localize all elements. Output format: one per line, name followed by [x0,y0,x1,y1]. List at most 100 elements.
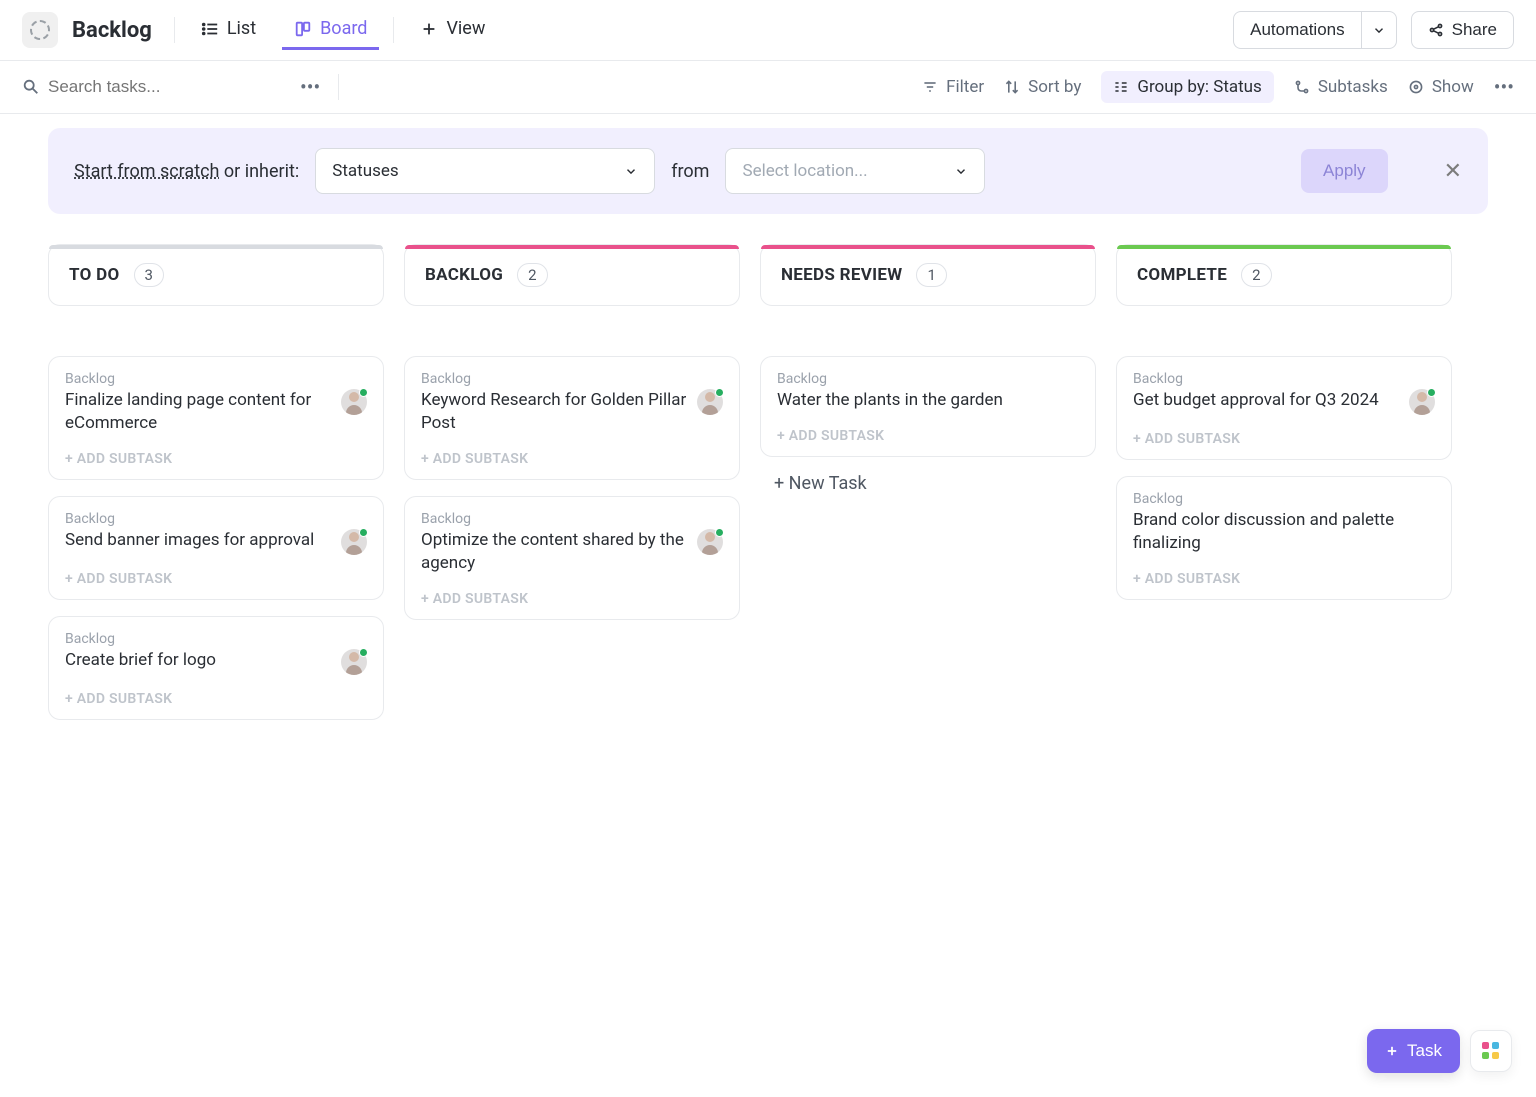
topbar: Backlog List Board View Automations [0,0,1536,61]
apply-button[interactable]: Apply [1301,149,1388,193]
task-breadcrumb: Backlog [1133,491,1435,507]
start-from-scratch-link[interactable]: Start from scratch [74,161,219,182]
add-subtask-button[interactable]: + ADD SUBTASK [421,591,723,607]
group-button[interactable]: Group by: Status [1101,71,1273,103]
task-card[interactable]: Backlog Create brief for logo + ADD SUBT… [48,616,384,720]
from-text: from [671,161,709,182]
chevron-down-icon [1372,23,1386,37]
column-accent [1117,245,1451,249]
assignee-avatar[interactable] [341,389,367,415]
subtasks-label: Subtasks [1318,77,1388,97]
task-card[interactable]: Backlog Water the plants in the garden +… [760,356,1096,457]
list-icon-box [22,12,58,48]
column-accent [405,245,739,249]
column-header[interactable]: BACKLOG 2 [404,244,740,306]
assignee-avatar[interactable] [697,529,723,555]
task-card[interactable]: Backlog Get budget approval for Q3 2024 … [1116,356,1452,460]
add-view-label: View [446,18,485,39]
close-icon[interactable]: ✕ [1444,159,1462,184]
task-title: Get budget approval for Q3 2024 [1133,389,1399,412]
dashed-circle-icon [30,20,50,40]
column-header[interactable]: TO DO 3 [48,244,384,306]
add-subtask-button[interactable]: + ADD SUBTASK [65,691,367,707]
chevron-down-icon [954,164,968,178]
filter-icon [922,79,938,95]
board-column: NEEDS REVIEW 1 Backlog Water the plants … [760,244,1096,720]
apps-button[interactable] [1470,1030,1512,1072]
filter-button[interactable]: Filter [922,77,984,97]
toolbar-more-icon[interactable]: ••• [1494,75,1514,99]
task-card[interactable]: Backlog Optimize the content shared by t… [404,496,740,620]
group-icon [1113,79,1129,95]
cards: Backlog Finalize landing page content fo… [48,356,384,720]
fab-row: Task [1367,1029,1512,1073]
task-card[interactable]: Backlog Keyword Research for Golden Pill… [404,356,740,480]
column-name: BACKLOG [425,265,503,285]
presence-dot [359,528,368,537]
add-subtask-button[interactable]: + ADD SUBTASK [777,428,1079,444]
task-title: Create brief for logo [65,649,331,672]
add-subtask-button[interactable]: + ADD SUBTASK [1133,431,1435,447]
cards: Backlog Get budget approval for Q3 2024 … [1116,356,1452,600]
plus-icon [420,20,438,38]
presence-dot [1427,388,1436,397]
assignee-avatar[interactable] [341,529,367,555]
separator [174,17,175,43]
assignee-avatar[interactable] [1409,389,1435,415]
location-select[interactable]: Select location... [725,148,985,194]
new-task-fab[interactable]: Task [1367,1029,1460,1073]
add-subtask-button[interactable]: + ADD SUBTASK [65,571,367,587]
filter-label: Filter [946,77,984,97]
task-card[interactable]: Backlog Send banner images for approval … [48,496,384,600]
subtasks-button[interactable]: Subtasks [1294,77,1388,97]
column-accent [761,245,1095,249]
task-breadcrumb: Backlog [65,631,367,647]
task-breadcrumb: Backlog [421,511,723,527]
share-button[interactable]: Share [1411,11,1514,49]
add-subtask-button[interactable]: + ADD SUBTASK [421,451,723,467]
task-card[interactable]: Backlog Brand color discussion and palet… [1116,476,1452,600]
more-icon[interactable]: ••• [300,75,320,99]
assignee-avatar[interactable] [697,389,723,415]
tab-list[interactable]: List [189,10,268,50]
task-breadcrumb: Backlog [65,371,367,387]
group-label: Group by: Status [1137,77,1261,97]
search-wrap [22,77,282,97]
task-card[interactable]: Backlog Finalize landing page content fo… [48,356,384,480]
inherit-banner: Start from scratch or inherit: Statuses … [48,128,1488,214]
search-input[interactable] [48,77,248,97]
fab-label: Task [1407,1041,1442,1061]
automations-dropdown[interactable] [1361,11,1397,49]
separator [338,74,339,100]
tab-list-label: List [227,18,256,39]
add-subtask-button[interactable]: + ADD SUBTASK [65,451,367,467]
sort-icon [1004,79,1020,95]
tab-board[interactable]: Board [282,10,379,50]
separator [393,17,394,43]
add-view[interactable]: View [408,10,497,50]
share-label: Share [1452,20,1497,40]
show-button[interactable]: Show [1408,77,1474,97]
task-title: Water the plants in the garden [777,389,1079,412]
presence-dot [359,388,368,397]
sort-button[interactable]: Sort by [1004,77,1081,97]
statuses-select[interactable]: Statuses [315,148,655,194]
assignee-avatar[interactable] [341,649,367,675]
task-breadcrumb: Backlog [777,371,1079,387]
column-header[interactable]: COMPLETE 2 [1116,244,1452,306]
task-breadcrumb: Backlog [421,371,723,387]
add-subtask-button[interactable]: + ADD SUBTASK [1133,571,1435,587]
list-icon [201,20,219,38]
task-title: Brand color discussion and palette final… [1133,509,1435,555]
task-title: Keyword Research for Golden Pillar Post [421,389,687,435]
column-header[interactable]: NEEDS REVIEW 1 [760,244,1096,306]
cards: Backlog Water the plants in the garden +… [760,356,1096,457]
share-icon [1428,22,1444,38]
task-breadcrumb: Backlog [1133,371,1435,387]
page-title: Backlog [72,18,152,43]
toolbar: ••• Filter Sort by Group by: Status Subt… [0,61,1536,114]
board: TO DO 3 Backlog Finalize landing page co… [0,214,1536,750]
new-task-button[interactable]: + New Task [760,473,1096,494]
automations-button[interactable]: Automations [1233,11,1361,49]
chevron-down-icon [624,164,638,178]
